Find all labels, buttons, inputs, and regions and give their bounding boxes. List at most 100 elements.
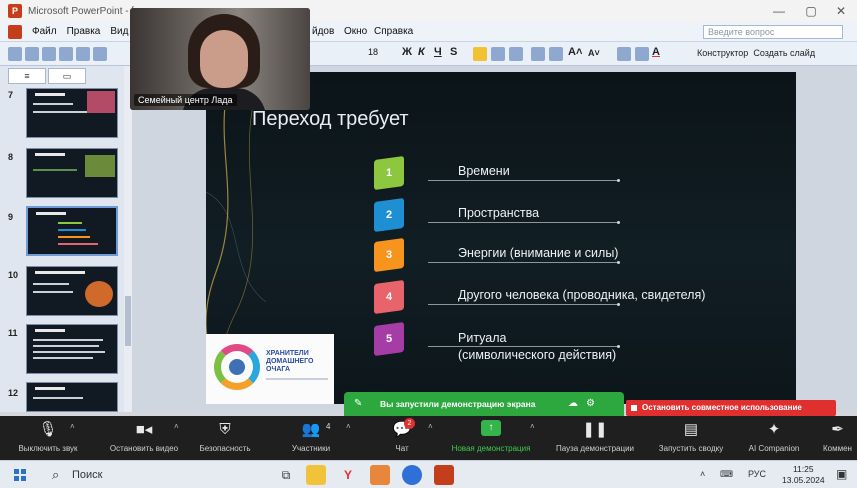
pin-icon[interactable]: ✎: [354, 398, 365, 409]
menu-slideshow[interactable]: йдов: [312, 26, 334, 37]
chevron-up-icon[interactable]: ˄: [428, 422, 433, 431]
gallery-app-icon[interactable]: [370, 465, 390, 485]
start-summary-label: Запустить сводку: [658, 444, 724, 453]
cloud-icon[interactable]: ☁: [568, 398, 579, 409]
save-icon[interactable]: [42, 46, 56, 61]
security-label: Безопасность: [199, 444, 251, 453]
decrease-font-button[interactable]: A˅: [588, 48, 600, 58]
tab-outline[interactable]: ≡: [8, 68, 46, 84]
taskbar-clock[interactable]: 11:25 13.05.2024: [782, 464, 825, 486]
powerpoint-app-icon[interactable]: [434, 465, 454, 485]
decrease-indent-icon[interactable]: [617, 47, 631, 61]
thumb-image: [85, 281, 113, 307]
formatting-toolbar: 18 Ж К Ч S A˄ A˅ A Конструктор Создать с…: [0, 42, 857, 66]
underline-button[interactable]: Ч: [434, 46, 442, 58]
item-text: Ритуала (символического действия): [458, 331, 617, 362]
file-explorer-icon[interactable]: [306, 465, 326, 485]
chevron-up-icon[interactable]: ˄: [530, 422, 535, 431]
menu-help[interactable]: Справка: [374, 26, 413, 37]
new-icon[interactable]: [8, 46, 22, 61]
tab-slides[interactable]: ▭: [48, 68, 86, 84]
yandex-browser-icon[interactable]: Y: [338, 465, 358, 485]
notifications-icon[interactable]: ▣: [836, 467, 847, 481]
powerpoint-icon: P: [8, 4, 22, 18]
language-indicator[interactable]: РУС: [748, 469, 766, 479]
windows-start-icon[interactable]: [14, 469, 26, 481]
font-size-select[interactable]: 18: [368, 47, 378, 57]
panel-scroll-thumb[interactable]: [125, 296, 131, 346]
menu-edit[interactable]: Правка: [67, 26, 101, 37]
sharing-notice-bar[interactable]: ✎ Вы запустили демонстрацию экрана ☁ ⚙: [344, 392, 624, 416]
shield-icon: ⛨: [219, 421, 231, 438]
thumb-text-line: [33, 291, 73, 293]
pause-share-label: Пауза демонстрации: [555, 444, 634, 453]
chat-button[interactable]: 💬 Чат: [382, 420, 422, 458]
chevron-up-icon[interactable]: ˄: [346, 422, 351, 431]
open-icon[interactable]: [25, 46, 39, 61]
zoom-app-icon[interactable]: [402, 465, 422, 485]
slide-thumbnail-10[interactable]: [26, 266, 118, 316]
participants-count: 4: [326, 422, 331, 431]
keyboard-icon[interactable]: ⌨: [720, 469, 733, 480]
slide-thumbnail-11[interactable]: [26, 324, 118, 374]
item-underline: [428, 179, 620, 182]
slide-thumbnail-7[interactable]: [26, 88, 118, 138]
pause-share-button[interactable]: ❚❚ Пауза демонстрации: [546, 420, 644, 458]
designer-button[interactable]: Конструктор Создать слайд: [697, 48, 815, 58]
menu-file[interactable]: Файл: [32, 26, 57, 37]
new-share-button[interactable]: ↑ Новая демонстрация: [442, 420, 540, 458]
italic-button[interactable]: К: [418, 46, 425, 58]
print-icon[interactable]: [59, 46, 73, 61]
align-right-icon[interactable]: [509, 47, 523, 61]
start-summary-button[interactable]: ▤ Запустить сводку: [650, 420, 732, 458]
bold-button[interactable]: Ж: [402, 46, 412, 58]
minimize-button[interactable]: —: [766, 2, 792, 20]
align-left-icon[interactable]: [473, 47, 487, 61]
current-slide[interactable]: Переход требует 1 Времени 2 Пространства…: [206, 72, 796, 404]
ai-companion-button[interactable]: ✦ AI Companion: [740, 420, 808, 458]
shadow-button[interactable]: S: [450, 46, 457, 58]
mute-button[interactable]: 🎙 Выключить звук: [6, 420, 90, 458]
security-button[interactable]: ⛨ Безопасность: [192, 420, 258, 458]
participant-video[interactable]: Семейный центр Лада: [130, 8, 310, 110]
slide-thumbnail-8[interactable]: [26, 148, 118, 198]
item-text: Другого человека (проводника, свидетеля): [458, 288, 706, 302]
help-search-input[interactable]: Введите вопрос: [703, 25, 843, 39]
share-screen-icon: ↑: [481, 420, 501, 436]
increase-indent-icon[interactable]: [635, 47, 649, 61]
item-underline: [428, 221, 620, 224]
slide-thumbnail-12[interactable]: [26, 382, 118, 412]
spelling-icon[interactable]: [93, 46, 107, 61]
font-color-button[interactable]: A: [652, 46, 660, 58]
menu-view[interactable]: Вид: [110, 26, 128, 37]
align-center-icon[interactable]: [491, 47, 505, 61]
tray-chevron-icon[interactable]: ˄: [700, 469, 705, 479]
preview-icon[interactable]: [76, 46, 90, 61]
settings-icon[interactable]: ⚙: [586, 398, 597, 409]
search-icon[interactable]: ⌕: [52, 467, 59, 483]
item-underline: [428, 261, 620, 264]
increase-font-button[interactable]: A˄: [568, 46, 582, 58]
maximize-button[interactable]: ▢: [798, 2, 824, 20]
comments-button[interactable]: ✒ Коммен: [818, 420, 857, 458]
ai-companion-label: AI Companion: [748, 444, 800, 453]
menu-window[interactable]: Окно: [344, 26, 367, 37]
stop-sharing-button[interactable]: Остановить совместное использование: [626, 400, 836, 416]
taskbar-search[interactable]: Поиск: [72, 469, 102, 481]
numbering-icon[interactable]: [531, 47, 545, 61]
chevron-up-icon[interactable]: ˄: [174, 422, 179, 431]
chevron-up-icon[interactable]: ˄: [70, 422, 75, 431]
panel-scrollbar[interactable]: [124, 66, 132, 412]
panel-tabs: ≡ ▭: [8, 68, 126, 84]
list-item: 1 Времени: [374, 155, 774, 191]
comments-label: Коммен: [823, 444, 852, 453]
item-number: 1: [385, 167, 393, 179]
task-view-icon[interactable]: ⧉: [276, 465, 296, 485]
close-button[interactable]: ✕: [828, 2, 854, 20]
microphone-icon: 🎙: [38, 421, 58, 438]
item-text: Пространства: [458, 206, 540, 220]
slide-thumbnail-9[interactable]: [26, 206, 118, 256]
thumb-text-line: [33, 357, 93, 359]
bullets-icon[interactable]: [549, 47, 563, 61]
chat-label: Чат: [395, 444, 409, 453]
